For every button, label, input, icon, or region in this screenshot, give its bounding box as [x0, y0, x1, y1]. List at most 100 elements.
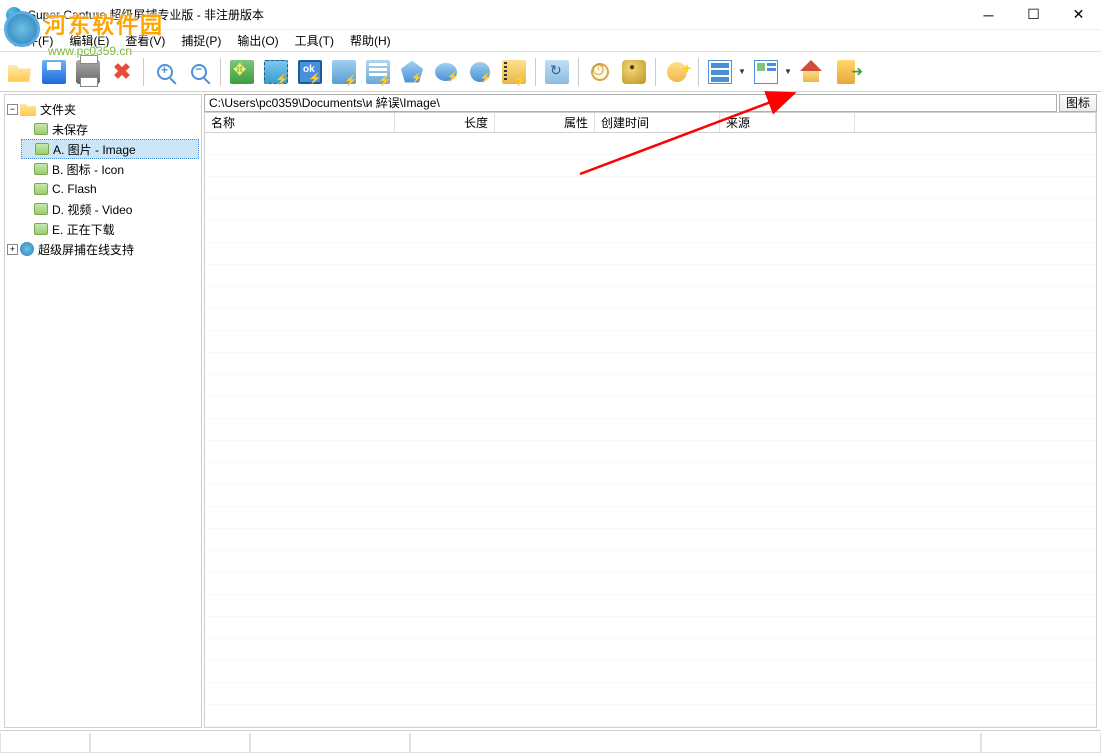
- window-icon: [298, 60, 322, 84]
- col-created[interactable]: 创建时间: [595, 113, 720, 132]
- open-folder-icon: [8, 60, 32, 84]
- zoom-out-icon: [191, 64, 207, 80]
- menu-file[interactable]: 文件(F): [6, 30, 61, 51]
- view-detail-dropdown[interactable]: ▼: [750, 56, 794, 88]
- status-cell-2: [90, 733, 250, 753]
- item-icon: [34, 223, 48, 235]
- window-controls: ─ ☐ ✕: [966, 0, 1101, 30]
- close-button[interactable]: ✕: [1056, 0, 1101, 30]
- tree-item-downloading[interactable]: E. 正在下载: [21, 219, 199, 239]
- open-button[interactable]: [4, 56, 36, 88]
- autoscroll-button[interactable]: [541, 56, 573, 88]
- minimize-button[interactable]: ─: [966, 0, 1011, 30]
- list-header: 名称 长度 属性 创建时间 来源: [205, 113, 1096, 133]
- ellipse-icon: [435, 63, 457, 81]
- folder-icon: [20, 102, 36, 116]
- view-list-dropdown[interactable]: ▼: [704, 56, 748, 88]
- collapse-icon[interactable]: −: [7, 104, 18, 115]
- title-bar: Super Capture 超级屏捕专业版 - 非注册版本 ─ ☐ ✕: [0, 0, 1101, 30]
- scroll-icon: [332, 60, 356, 84]
- menu-view[interactable]: 查看(V): [117, 30, 173, 51]
- title-text: Super Capture 超级屏捕专业版 - 非注册版本: [28, 6, 966, 23]
- zoom-out-button[interactable]: [183, 56, 215, 88]
- timer-icon: [591, 63, 609, 81]
- tree-item-flash[interactable]: C. Flash: [21, 179, 199, 199]
- status-cell-3: [250, 733, 410, 753]
- status-cell-1: [0, 733, 90, 753]
- capture-scroll-button[interactable]: [328, 56, 360, 88]
- delete-button[interactable]: ✖: [106, 56, 138, 88]
- col-length[interactable]: 长度: [395, 113, 495, 132]
- exit-button[interactable]: [830, 56, 862, 88]
- status-bar: [0, 730, 1101, 752]
- path-input[interactable]: C:\Users\pc0359\Documents\и 綷误\Image\: [204, 94, 1057, 112]
- app-icon: [6, 7, 22, 23]
- capture-menu-button[interactable]: [362, 56, 394, 88]
- toolbar-separator: [698, 58, 699, 86]
- menu-output[interactable]: 输出(O): [229, 30, 286, 51]
- webcam-icon: [622, 60, 646, 84]
- menu-help[interactable]: 帮助(H): [342, 30, 399, 51]
- expand-icon[interactable]: +: [7, 244, 18, 255]
- wizard-icon: [667, 62, 687, 82]
- exit-icon: [837, 60, 855, 84]
- capture-ellipse-button[interactable]: [430, 56, 462, 88]
- save-icon: [42, 60, 66, 84]
- webcam-button[interactable]: [618, 56, 650, 88]
- tree-item-image[interactable]: A. 图片 - Image: [21, 139, 199, 159]
- chevron-down-icon: ▼: [736, 56, 748, 88]
- capture-fullscreen-button[interactable]: [226, 56, 258, 88]
- maximize-button[interactable]: ☐: [1011, 0, 1056, 30]
- item-icon: [34, 203, 48, 215]
- toolbar-separator: [220, 58, 221, 86]
- tree-item-video[interactable]: D. 视频 - Video: [21, 199, 199, 219]
- timer-button[interactable]: [584, 56, 616, 88]
- menu-tools[interactable]: 工具(T): [287, 30, 342, 51]
- zoom-in-icon: [157, 64, 173, 80]
- fullscreen-icon: [230, 60, 254, 84]
- toolbar-separator: [578, 58, 579, 86]
- toolbar-separator: [655, 58, 656, 86]
- tree-item-unsaved[interactable]: 未保存: [21, 119, 199, 139]
- autoscroll-icon: [545, 60, 569, 84]
- toolbar-separator: [535, 58, 536, 86]
- capture-round-button[interactable]: [464, 56, 496, 88]
- content-pane: C:\Users\pc0359\Documents\и 綷误\Image\ 图标…: [204, 94, 1097, 728]
- status-cell-fill: [410, 733, 981, 753]
- tree-item-icon[interactable]: B. 图标 - Icon: [21, 159, 199, 179]
- col-attr[interactable]: 属性: [495, 113, 595, 132]
- home-button[interactable]: [796, 56, 828, 88]
- wizard-button[interactable]: [661, 56, 693, 88]
- menu-edit[interactable]: 编辑(E): [61, 30, 117, 51]
- print-button[interactable]: [72, 56, 104, 88]
- col-name[interactable]: 名称: [205, 113, 395, 132]
- path-bar: C:\Users\pc0359\Documents\и 綷误\Image\ 图标: [204, 94, 1097, 112]
- col-source[interactable]: 来源: [720, 113, 855, 132]
- print-icon: [76, 60, 100, 84]
- list-view-icon: [708, 60, 732, 84]
- video-icon: [502, 60, 526, 84]
- item-icon: [34, 163, 48, 175]
- capture-window-button[interactable]: [294, 56, 326, 88]
- item-icon: [34, 183, 48, 195]
- tree-root-folder[interactable]: − 文件夹: [7, 99, 199, 119]
- list-body[interactable]: [205, 133, 1096, 727]
- capture-shape-button[interactable]: [396, 56, 428, 88]
- menu-icon: [366, 60, 390, 84]
- toolbar: ✖ ▼ ▼: [0, 52, 1101, 92]
- list-view[interactable]: 名称 长度 属性 创建时间 来源: [204, 112, 1097, 728]
- polygon-icon: [401, 61, 423, 83]
- tree-pane[interactable]: − 文件夹 未保存 A. 图片 - Image B. 图标 - Icon C. …: [4, 94, 202, 728]
- capture-area-button[interactable]: [260, 56, 292, 88]
- tree-online-support[interactable]: + 超级屏捕在线支持: [7, 239, 199, 259]
- detail-view-icon: [754, 60, 778, 84]
- item-icon: [35, 143, 49, 155]
- path-icon-button[interactable]: 图标: [1059, 94, 1097, 112]
- save-button[interactable]: [38, 56, 70, 88]
- globe-icon: [20, 242, 34, 256]
- capture-video-button[interactable]: [498, 56, 530, 88]
- item-icon: [34, 123, 48, 135]
- main-split: − 文件夹 未保存 A. 图片 - Image B. 图标 - Icon C. …: [0, 92, 1101, 730]
- menu-capture[interactable]: 捕捉(P): [173, 30, 229, 51]
- zoom-in-button[interactable]: [149, 56, 181, 88]
